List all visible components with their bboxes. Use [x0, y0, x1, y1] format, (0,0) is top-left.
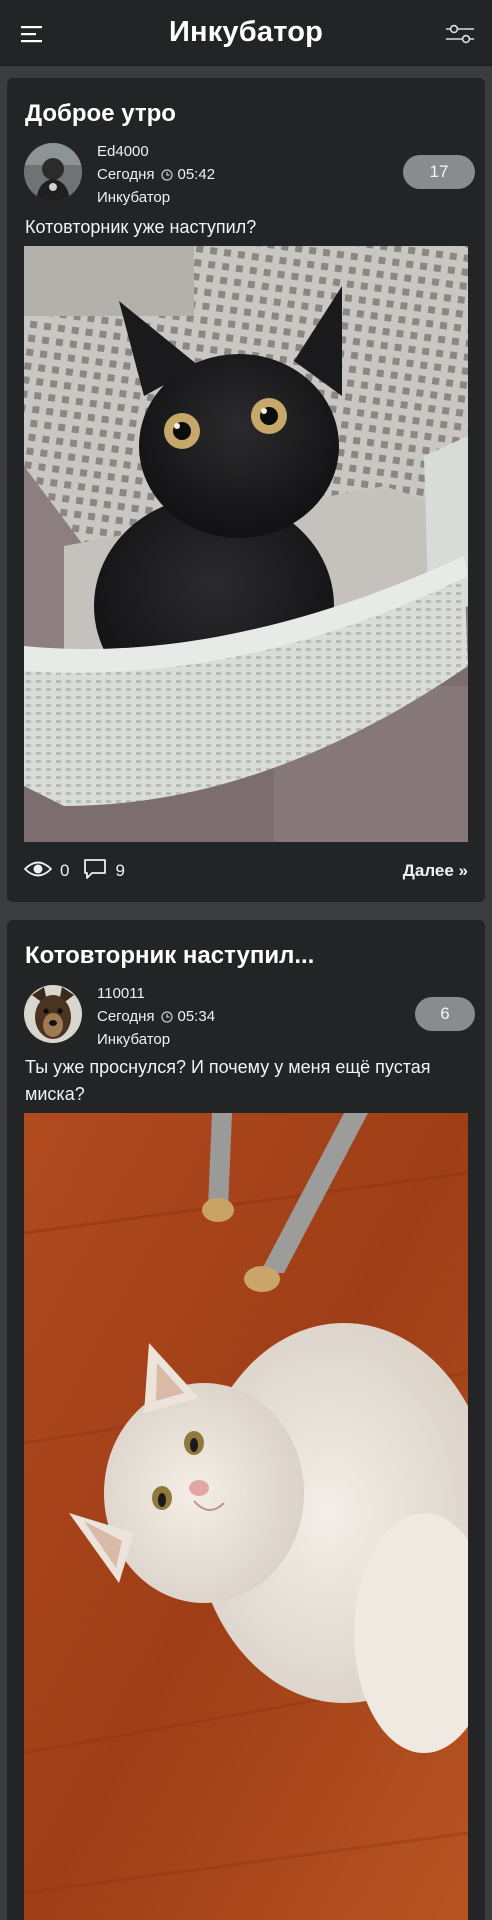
top-app-bar: Инкубатор: [0, 0, 492, 66]
post-card[interactable]: Доброе утро Ed4000 Сегодня 05:42 Инкубат…: [7, 78, 485, 902]
hamburger-menu-icon[interactable]: [16, 18, 48, 50]
black-kitten-in-basket-photo[interactable]: [24, 246, 468, 842]
clock-icon: [160, 168, 173, 181]
rating-badge: 6: [415, 997, 475, 1031]
post-text: Ты уже проснулся? И почему у меня ещё пу…: [25, 1057, 431, 1104]
post-text: Котовторник уже наступил?: [25, 217, 257, 237]
post-date: Сегодня: [97, 166, 155, 183]
clock-icon: [160, 1010, 173, 1023]
author-name[interactable]: Ed4000: [97, 140, 149, 163]
post-meta: 110011 Сегодня 05:34 Инкубатор: [97, 982, 215, 1051]
comments-stat[interactable]: 9: [83, 858, 125, 885]
author-avatar[interactable]: [24, 985, 82, 1043]
read-more-link[interactable]: Далее »: [403, 861, 468, 881]
post-footer: 0 9 Далее »: [23, 856, 468, 886]
comment-icon[interactable]: [83, 858, 107, 885]
community-name[interactable]: Инкубатор: [97, 186, 170, 209]
filter-sliders-icon[interactable]: [442, 18, 478, 50]
comments-count[interactable]: 9: [115, 861, 124, 881]
views-stat: 0: [23, 860, 70, 883]
page-title: Инкубатор: [168, 16, 324, 48]
community-name[interactable]: Инкубатор: [97, 1028, 170, 1051]
post-title[interactable]: Доброе утро: [25, 100, 176, 128]
post-meta: Ed4000 Сегодня 05:42 Инкубатор: [97, 140, 215, 209]
post-card[interactable]: Котовторник наступил... 110011 Сегодня 0…: [7, 920, 485, 1920]
author-avatar[interactable]: [24, 143, 82, 201]
post-date: Сегодня: [97, 1008, 155, 1025]
eye-icon: [23, 860, 53, 883]
post-time: 05:42: [177, 166, 216, 183]
post-title[interactable]: Котовторник наступил...: [25, 942, 314, 970]
white-cat-on-floor-photo[interactable]: [24, 1113, 468, 1920]
post-time: 05:34: [177, 1008, 216, 1025]
rating-badge: 17: [403, 155, 475, 189]
author-name[interactable]: 110011: [97, 982, 145, 1005]
views-count: 0: [60, 861, 70, 880]
